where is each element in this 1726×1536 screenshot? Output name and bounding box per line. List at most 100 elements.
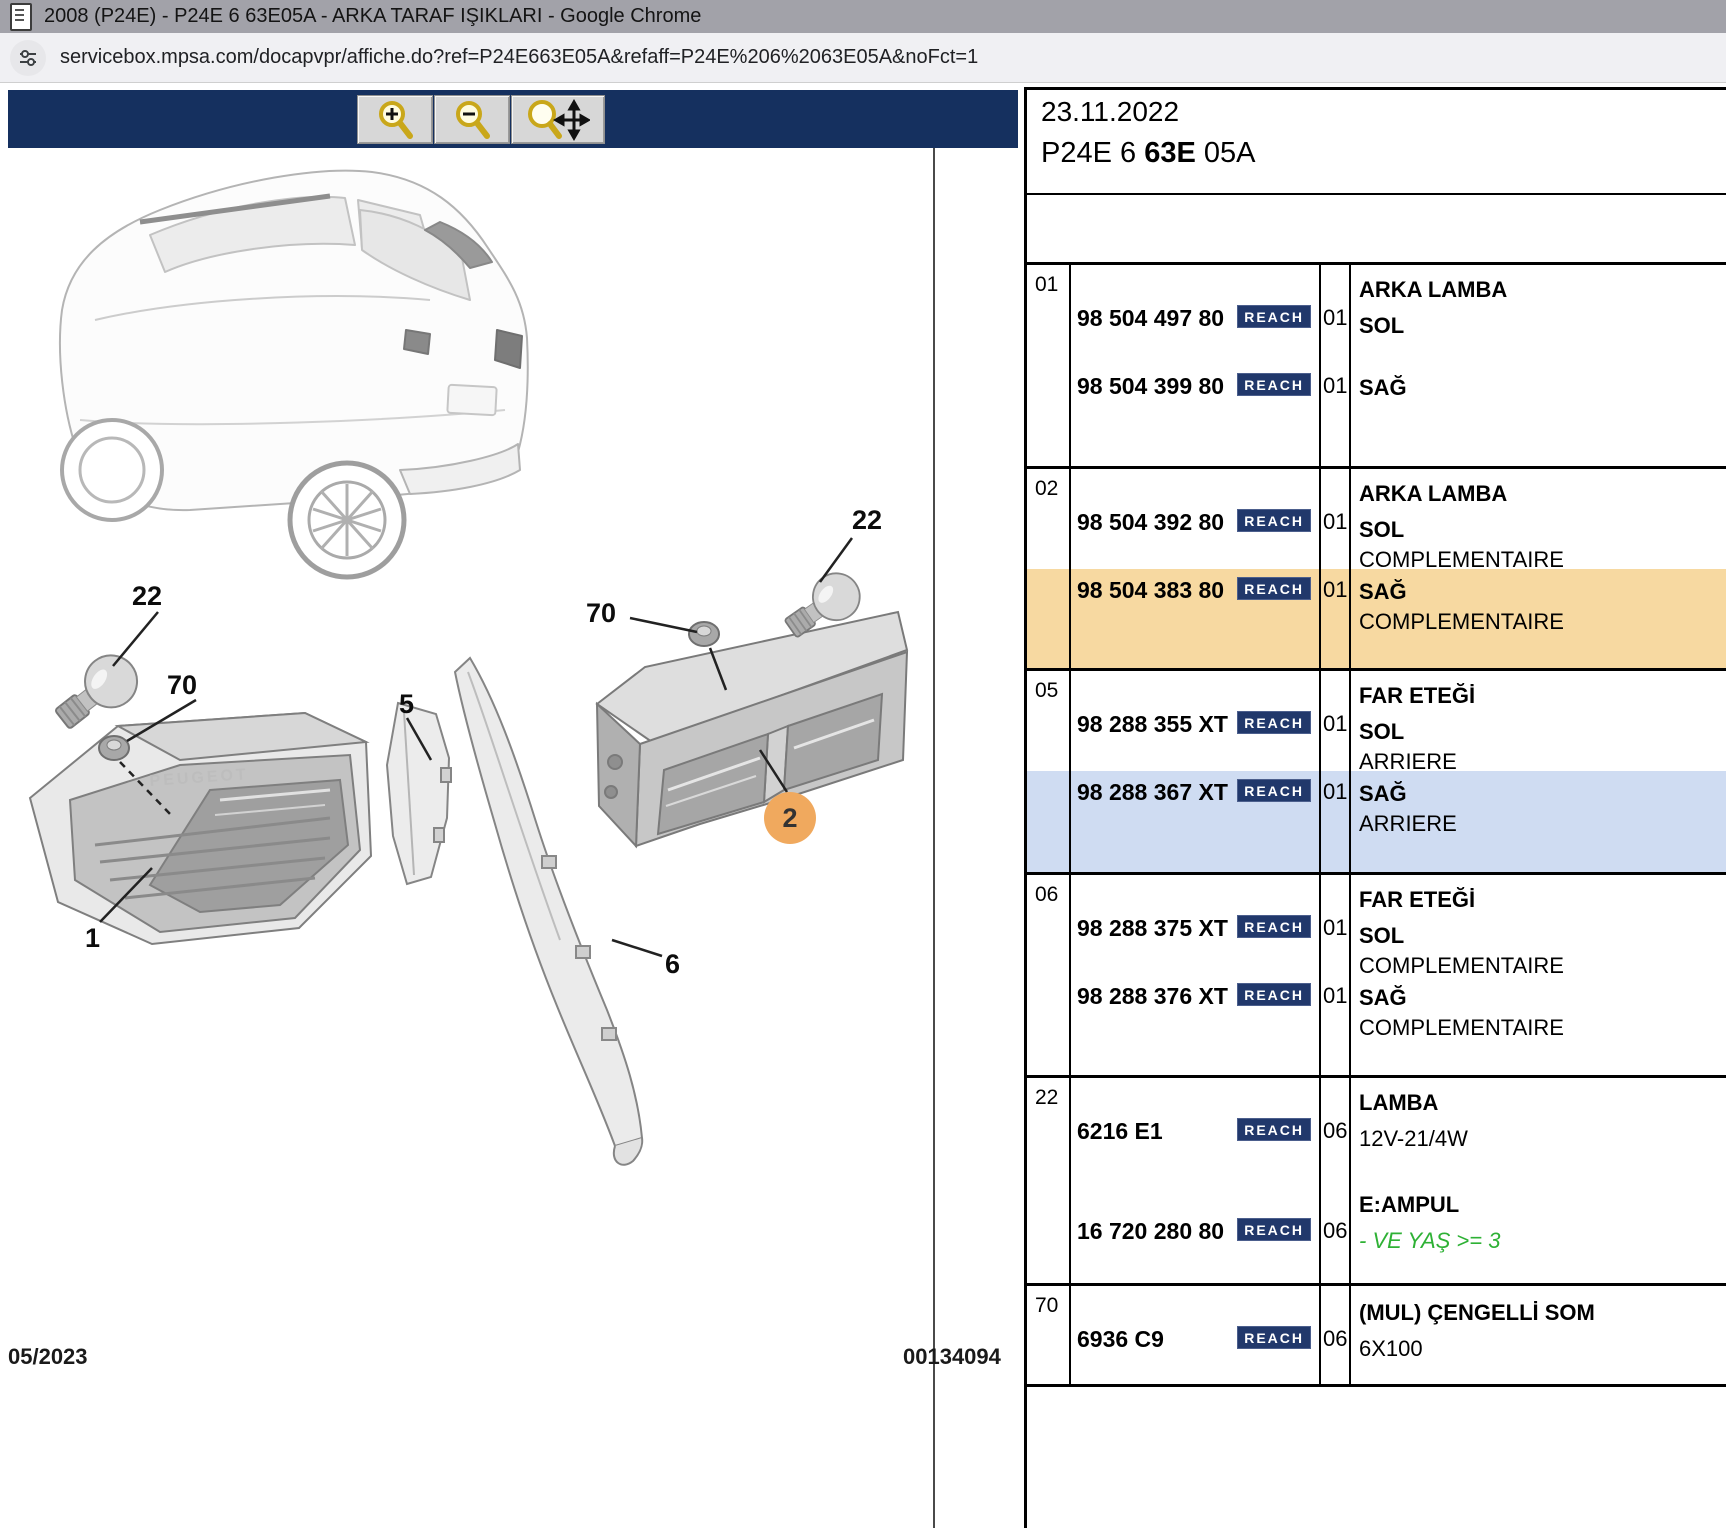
part-cell: 98 504 497 80 REACH bbox=[1071, 265, 1321, 365]
description-cell: ARKA LAMBA SOL COMPLEMENTAIRE bbox=[1351, 469, 1726, 569]
reach-badge[interactable]: REACH bbox=[1237, 711, 1311, 734]
callout-1[interactable]: 1 bbox=[85, 923, 100, 954]
item-number: 06 bbox=[1027, 875, 1071, 1075]
part-number: 98 504 497 80 bbox=[1077, 305, 1224, 332]
zoom-in-icon bbox=[373, 98, 417, 142]
part-cell: 98 504 399 80 REACH bbox=[1071, 365, 1321, 466]
part-number: 98 504 399 80 bbox=[1077, 373, 1224, 400]
parts-panel: 23.11.2022 P24E 6 63E 05A 01 98 504 497 … bbox=[1024, 87, 1726, 1528]
zoom-out-button[interactable] bbox=[434, 95, 510, 144]
nut-mid-art bbox=[689, 622, 719, 646]
part-cell: 98 288 375 XT REACH bbox=[1071, 875, 1321, 975]
description-cell: SAĞ ARRIERE bbox=[1351, 771, 1726, 872]
qty-cell: 01 bbox=[1321, 265, 1351, 365]
viewer-toolbar bbox=[8, 90, 1018, 148]
table-row-05: 05 98 288 355 XT REACH 01 FAR ETEĞİ SOL … bbox=[1027, 668, 1726, 872]
qty-cell: 01 bbox=[1321, 569, 1351, 668]
part-number: 6936 C9 bbox=[1077, 1326, 1164, 1353]
table-row-02: 02 98 504 392 80 REACH 01 ARKA LAMBA SOL… bbox=[1027, 466, 1726, 668]
reach-badge[interactable]: REACH bbox=[1237, 1118, 1311, 1141]
site-settings-icon[interactable] bbox=[10, 40, 46, 76]
description-cell: SAĞ COMPLEMENTAIRE bbox=[1351, 569, 1726, 668]
car-illustration bbox=[60, 171, 528, 577]
bracket-art bbox=[387, 703, 451, 884]
callout-70-mid[interactable]: 70 bbox=[586, 598, 616, 629]
zoom-in-button[interactable] bbox=[357, 95, 433, 144]
panel-header-spacer bbox=[1027, 195, 1726, 262]
item-number: 70 bbox=[1027, 1286, 1071, 1384]
zoom-pan-icon bbox=[526, 98, 590, 142]
zoom-pan-button[interactable] bbox=[511, 95, 605, 144]
table-row-06: 06 98 288 375 XT REACH 01 FAR ETEĞİ SOL … bbox=[1027, 872, 1726, 1075]
callout-70-left[interactable]: 70 bbox=[167, 670, 197, 701]
window-titlebar: 2008 (P24E) - P24E 6 63E05A - ARKA TARAF… bbox=[0, 0, 1726, 33]
part-number: 16 720 280 80 bbox=[1077, 1218, 1224, 1245]
reach-badge[interactable]: REACH bbox=[1237, 779, 1311, 802]
tail-lamp-right-art bbox=[597, 612, 907, 846]
panel-header: 23.11.2022 P24E 6 63E 05A bbox=[1027, 87, 1726, 195]
reach-badge[interactable]: REACH bbox=[1237, 983, 1311, 1006]
qty-cell: 01 bbox=[1321, 975, 1351, 1075]
callout-5[interactable]: 5 bbox=[399, 689, 414, 720]
part-cell: 16 720 280 80 REACH bbox=[1071, 1178, 1321, 1283]
reach-badge[interactable]: REACH bbox=[1237, 305, 1311, 328]
nut-left-art bbox=[99, 736, 129, 760]
pane-divider bbox=[933, 148, 935, 1528]
part-cell: 98 288 367 XT REACH bbox=[1071, 771, 1321, 872]
description-cell: E:AMPUL - VE YAŞ >= 3 bbox=[1351, 1178, 1726, 1283]
part-cell: 98 504 383 80 REACH bbox=[1071, 569, 1321, 668]
page-icon bbox=[10, 3, 32, 31]
qty-cell: 06 bbox=[1321, 1078, 1351, 1178]
callout-22-left[interactable]: 22 bbox=[132, 581, 162, 612]
qty-cell: 06 bbox=[1321, 1286, 1351, 1384]
callout-22-right[interactable]: 22 bbox=[852, 505, 882, 536]
part-number: 6216 E1 bbox=[1077, 1118, 1163, 1145]
qty-cell: 01 bbox=[1321, 875, 1351, 975]
description-cell: SAĞ COMPLEMENTAIRE bbox=[1351, 975, 1726, 1075]
part-number: 98 288 375 XT bbox=[1077, 915, 1228, 942]
condition-note: - VE YAŞ >= 3 bbox=[1359, 1226, 1726, 1256]
zoom-out-icon bbox=[450, 98, 494, 142]
part-cell: 98 288 376 XT REACH bbox=[1071, 975, 1321, 1075]
diagram-number: 00134094 bbox=[903, 1344, 1001, 1370]
reach-badge[interactable]: REACH bbox=[1237, 509, 1311, 532]
part-cell: 6216 E1 REACH bbox=[1071, 1078, 1321, 1178]
part-number: 98 504 392 80 bbox=[1077, 509, 1224, 536]
part-cell: 6936 C9 REACH bbox=[1071, 1286, 1321, 1384]
callout-2-balloon[interactable]: 2 bbox=[764, 792, 816, 844]
diagram-date: 05/2023 bbox=[8, 1344, 88, 1370]
exploded-parts-diagram: PEUGEOT bbox=[0, 0, 930, 1536]
qty-cell: 01 bbox=[1321, 469, 1351, 569]
description-cell: (MUL) ÇENGELLİ SOM 6X100 bbox=[1351, 1286, 1726, 1384]
description-cell: FAR ETEĞİ SOL COMPLEMENTAIRE bbox=[1351, 875, 1726, 975]
url-text[interactable]: servicebox.mpsa.com/docapvpr/affiche.do?… bbox=[60, 46, 978, 69]
reach-badge[interactable]: REACH bbox=[1237, 915, 1311, 938]
part-number: 98 504 383 80 bbox=[1077, 577, 1224, 604]
item-number: 05 bbox=[1027, 671, 1071, 872]
address-bar[interactable]: servicebox.mpsa.com/docapvpr/affiche.do?… bbox=[0, 33, 1726, 83]
part-cell: 98 504 392 80 REACH bbox=[1071, 469, 1321, 569]
qty-cell: 01 bbox=[1321, 671, 1351, 771]
part-number: 98 288 376 XT bbox=[1077, 983, 1228, 1010]
description-cell: SAĞ bbox=[1351, 365, 1726, 466]
item-number: 02 bbox=[1027, 469, 1071, 668]
window-title: 2008 (P24E) - P24E 6 63E05A - ARKA TARAF… bbox=[44, 5, 701, 28]
callout-6[interactable]: 6 bbox=[665, 949, 680, 980]
part-number: 98 288 355 XT bbox=[1077, 711, 1228, 738]
reach-badge[interactable]: REACH bbox=[1237, 577, 1311, 600]
qty-cell: 01 bbox=[1321, 771, 1351, 872]
figure-reference: P24E 6 63E 05A bbox=[1041, 137, 1726, 170]
item-number: 22 bbox=[1027, 1078, 1071, 1283]
qty-cell: 01 bbox=[1321, 365, 1351, 466]
part-number: 98 288 367 XT bbox=[1077, 779, 1228, 806]
table-row-22: 22 6216 E1 REACH 06 LAMBA 12V-21/4W 16 7… bbox=[1027, 1075, 1726, 1283]
catalog-date: 23.11.2022 bbox=[1041, 96, 1726, 128]
table-row-70: 70 6936 C9 REACH 06 (MUL) ÇENGELLİ SOM 6… bbox=[1027, 1283, 1726, 1387]
qty-cell: 06 bbox=[1321, 1178, 1351, 1283]
reach-badge[interactable]: REACH bbox=[1237, 373, 1311, 396]
description-cell: LAMBA 12V-21/4W bbox=[1351, 1078, 1726, 1178]
description-cell: ARKA LAMBA SOL bbox=[1351, 265, 1726, 365]
table-row-01: 01 98 504 497 80 REACH 01 ARKA LAMBA SOL… bbox=[1027, 262, 1726, 466]
reach-badge[interactable]: REACH bbox=[1237, 1326, 1311, 1349]
reach-badge[interactable]: REACH bbox=[1237, 1218, 1311, 1241]
